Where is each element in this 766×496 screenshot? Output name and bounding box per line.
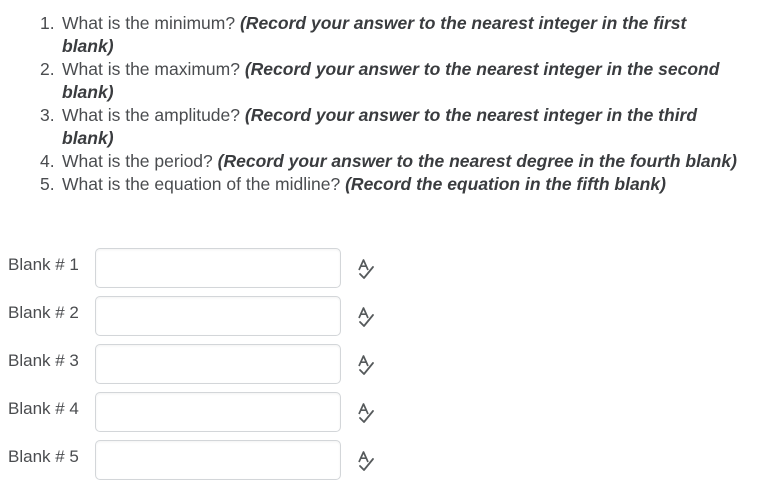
question-1: 1. What is the minimum? (Record your ans…	[40, 12, 740, 58]
question-number: 2.	[40, 59, 55, 79]
blank-label: Blank # 4	[8, 399, 79, 418]
question-number: 5.	[40, 174, 55, 194]
question-body: What is the equation of the midline? (Re…	[62, 173, 740, 196]
question-body: What is the maximum? (Record your answer…	[62, 58, 740, 104]
question-body: What is the period? (Record your answer …	[62, 150, 740, 173]
question-2: 2. What is the maximum? (Record your ans…	[40, 58, 740, 104]
blank-label: Blank # 2	[8, 303, 79, 322]
question-instruction: (Record your answer to the nearest degre…	[217, 151, 737, 171]
blank-2-input[interactable]	[95, 296, 341, 336]
spell-check-icon[interactable]	[356, 402, 376, 424]
blank-4-input[interactable]	[95, 392, 341, 432]
spell-check-icon[interactable]	[356, 306, 376, 328]
question-list: 1. What is the minimum? (Record your ans…	[40, 12, 740, 196]
spell-check-icon[interactable]	[356, 450, 376, 472]
question-4: 4. What is the period? (Record your answ…	[40, 150, 740, 173]
question-body: What is the minimum? (Record your answer…	[62, 12, 740, 58]
question-body: What is the amplitude? (Record your answ…	[62, 104, 740, 150]
question-number: 3.	[40, 105, 55, 125]
question-text: What is the minimum?	[62, 13, 236, 33]
question-text: What is the amplitude?	[62, 105, 241, 125]
question-text: What is the period?	[62, 151, 213, 171]
blank-label: Blank # 1	[8, 255, 79, 274]
spell-check-icon[interactable]	[356, 258, 376, 280]
question-text: What is the equation of the midline?	[62, 174, 341, 194]
blank-3-input[interactable]	[95, 344, 341, 384]
question-number: 4.	[40, 151, 55, 171]
blank-5-input[interactable]	[95, 440, 341, 480]
blank-1-input[interactable]	[95, 248, 341, 288]
question-text: What is the maximum?	[62, 59, 240, 79]
question-number: 1.	[40, 13, 55, 33]
spell-check-icon[interactable]	[356, 354, 376, 376]
blank-label: Blank # 5	[8, 447, 79, 466]
question-3: 3. What is the amplitude? (Record your a…	[40, 104, 740, 150]
question-instruction: (Record the equation in the fifth blank)	[345, 174, 666, 194]
blank-label: Blank # 3	[8, 351, 79, 370]
question-5: 5. What is the equation of the midline? …	[40, 173, 740, 196]
